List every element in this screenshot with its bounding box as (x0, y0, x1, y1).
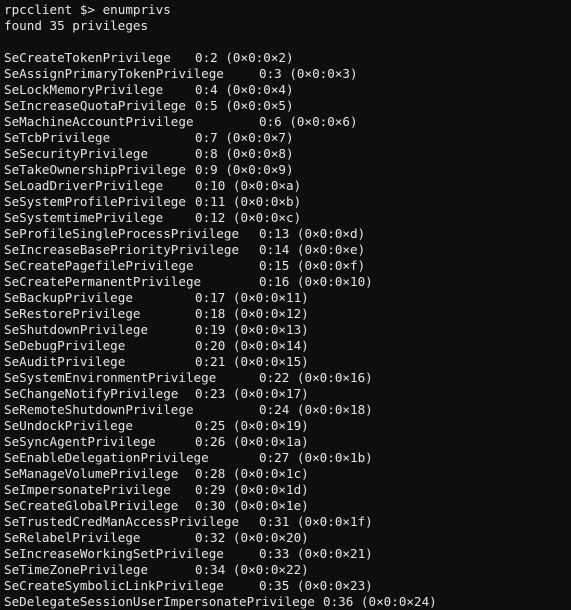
privilege-name: SeImpersonatePrivilege (4, 482, 171, 497)
privilege-name: SeEnableDelegationPrivilege (4, 450, 209, 465)
privilege-name: SeUndockPrivilege (4, 418, 133, 433)
privilege-value: 0:4 (0×0:0×4) (195, 82, 294, 97)
privilege-name: SeTrustedCredManAccessPrivilege (4, 514, 240, 529)
privilege-name: SeTcbPrivilege (4, 130, 111, 145)
privilege-value: 0:26 (0×0:0×1a) (195, 434, 309, 449)
privilege-value: 0:30 (0×0:0×1e) (195, 498, 309, 513)
privilege-value: 0:29 (0×0:0×1d) (195, 482, 309, 497)
privilege-value: 0:9 (0×0:0×9) (195, 162, 294, 177)
privilege-value: 0:34 (0×0:0×22) (195, 562, 309, 577)
privilege-value: 0:25 (0×0:0×19) (195, 418, 309, 433)
privilege-value: 0:31 (0×0:0×1f) (259, 514, 373, 529)
privilege-name: SeAssignPrimaryTokenPrivilege (4, 66, 224, 81)
privilege-name: SeManageVolumePrivilege (4, 466, 179, 481)
privilege-value: 0:7 (0×0:0×7) (195, 130, 294, 145)
privilege-name: SeCreatePagefilePrivilege (4, 258, 194, 273)
privilege-value: 0:10 (0×0:0×a) (195, 178, 302, 193)
privilege-value: 0:22 (0×0:0×16) (259, 370, 373, 385)
terminal-window[interactable]: rpcclient $> enumprivs found 35 privileg… (0, 0, 571, 609)
privilege-name: SeTimeZonePrivilege (4, 562, 149, 577)
privilege-name: SeRestorePrivilege (4, 306, 141, 321)
privilege-name: SeShutdownPrivilege (4, 322, 149, 337)
privilege-value: 0:5 (0×0:0×5) (195, 98, 294, 113)
privilege-name: SeSystemProfilePrivilege (4, 194, 186, 209)
privilege-name: SeLockMemoryPrivilege (4, 82, 164, 97)
privilege-name: SeLoadDriverPrivilege (4, 178, 164, 193)
privilege-name: SeRelabelPrivilege (4, 530, 141, 545)
privilege-value: 0:35 (0×0:0×23) (259, 578, 373, 593)
privilege-name: SeMachineAccountPrivilege (4, 114, 194, 129)
privilege-value: 0:14 (0×0:0×e) (259, 242, 366, 257)
privilege-name: SeProfileSingleProcessPrivilege (4, 226, 240, 241)
command-prompt: rpcclient $> enumprivs (4, 2, 171, 17)
privilege-name: SeCreatePermanentPrivilege (4, 274, 202, 289)
privilege-name: SeCreateSymbolicLinkPrivilege (4, 578, 224, 593)
privilege-value: 0:12 (0×0:0×c) (195, 210, 302, 225)
privilege-name: SeIncreaseBasePriorityPrivilege (4, 242, 240, 257)
privilege-name: SeDebugPrivilege (4, 338, 126, 353)
privilege-value: 0:17 (0×0:0×11) (195, 290, 309, 305)
privilege-value: 0:15 (0×0:0×f) (259, 258, 366, 273)
privilege-name: SeSystemEnvironmentPrivilege (4, 370, 217, 385)
privilege-name: SeAuditPrivilege (4, 354, 126, 369)
privilege-value: 0:8 (0×0:0×8) (195, 146, 294, 161)
privilege-name: SeTakeOwnershipPrivilege (4, 162, 186, 177)
privilege-name: SeChangeNotifyPrivilege (4, 386, 179, 401)
privilege-value: 0:13 (0×0:0×d) (259, 226, 366, 241)
privilege-name: SeIncreaseWorkingSetPrivilege (4, 546, 224, 561)
privilege-value: 0:21 (0×0:0×15) (195, 354, 309, 369)
privilege-value: 0:33 (0×0:0×21) (259, 546, 373, 561)
privilege-value: 0:20 (0×0:0×14) (195, 338, 309, 353)
privilege-count: found 35 privileges (4, 18, 149, 33)
privilege-value: 0:2 (0×0:0×2) (195, 50, 294, 65)
privilege-value: 0:23 (0×0:0×17) (195, 386, 309, 401)
privilege-value: 0:19 (0×0:0×13) (195, 322, 309, 337)
privilege-name: SeSystemtimePrivilege (4, 210, 164, 225)
privilege-value: 0:32 (0×0:0×20) (195, 530, 309, 545)
privilege-name: SeBackupPrivilege (4, 290, 133, 305)
privilege-name: SeCreateTokenPrivilege (4, 50, 171, 65)
privilege-value: 0:11 (0×0:0×b) (195, 194, 302, 209)
privilege-value: 0:27 (0×0:0×1b) (259, 450, 373, 465)
privilege-value: 0:18 (0×0:0×12) (195, 306, 309, 321)
privilege-name: SeCreateGlobalPrivilege (4, 498, 179, 513)
privilege-name: SeSecurityPrivilege (4, 146, 149, 161)
privilege-name: SeSyncAgentPrivilege (4, 434, 156, 449)
privilege-value: 0:3 (0×0:0×3) (259, 66, 358, 81)
privilege-value: 0:6 (0×0:0×6) (259, 114, 358, 129)
privilege-value: 0:28 (0×0:0×1c) (195, 466, 309, 481)
privilege-name: SeIncreaseQuotaPrivilege (4, 98, 186, 113)
privilege-value: 0:16 (0×0:0×10) (259, 274, 373, 289)
privilege-value: 0:24 (0×0:0×18) (259, 402, 373, 417)
privilege-name: SeRemoteShutdownPrivilege (4, 402, 194, 417)
